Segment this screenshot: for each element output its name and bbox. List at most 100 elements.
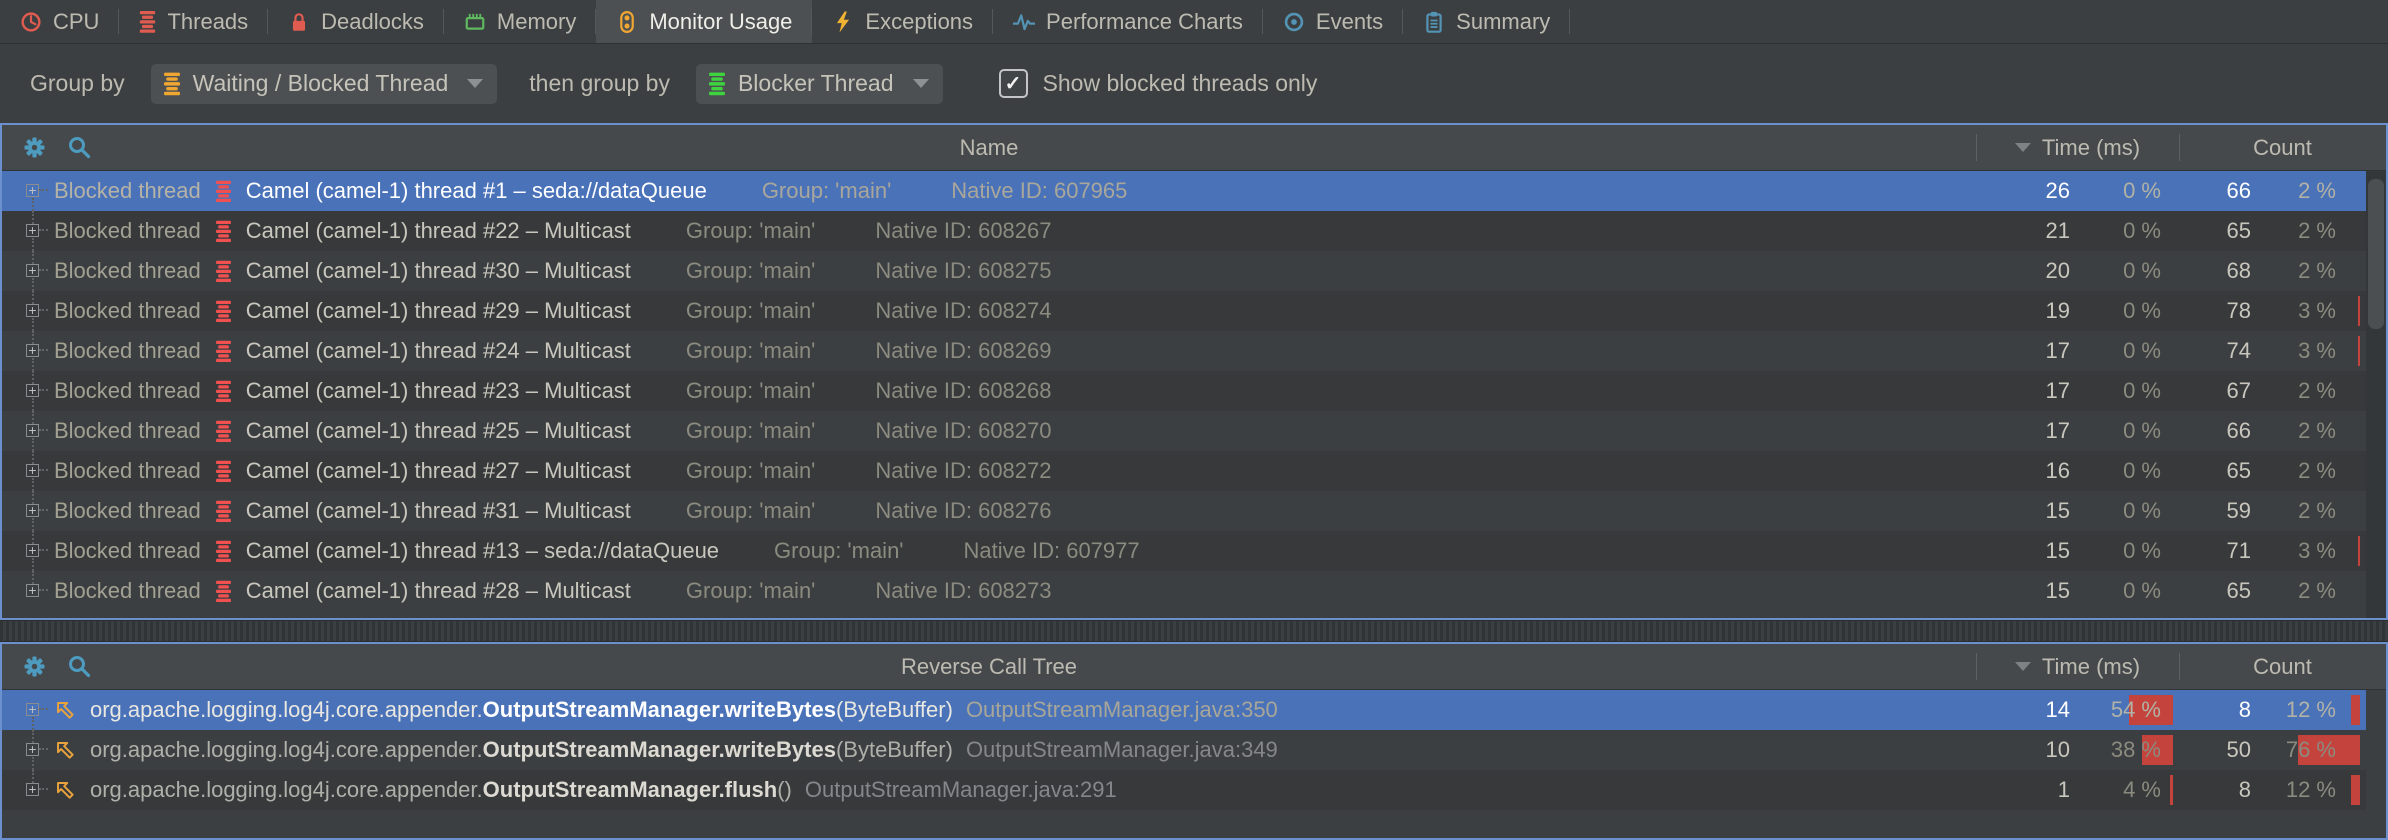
- time-percent: 0 %: [2084, 411, 2179, 451]
- expand-icon[interactable]: +: [14, 211, 54, 251]
- show-blocked-checkbox[interactable]: ✓ Show blocked threads only: [999, 69, 1318, 98]
- tab-summary[interactable]: Summary: [1403, 0, 1570, 43]
- thread-name: Camel (camel-1) thread #13 – seda://data…: [246, 538, 719, 564]
- tab-label: Threads: [167, 9, 248, 35]
- column-header-count[interactable]: Count: [2179, 644, 2386, 689]
- expand-icon[interactable]: +: [14, 291, 54, 331]
- percent-bar: [2351, 695, 2360, 725]
- thread-group: Group: 'main': [686, 338, 815, 364]
- table-row[interactable]: + Blocked thread Camel (camel-1) thread …: [2, 291, 2366, 331]
- time-value: 1: [1976, 770, 2084, 810]
- table-row[interactable]: + org.apache.logging.log4j.core.appender…: [2, 690, 2366, 730]
- scrollbar-thumb[interactable]: [2368, 179, 2384, 329]
- table-row[interactable]: + Blocked thread Camel (camel-1) thread …: [2, 491, 2366, 531]
- monitor-usage-icon: [616, 11, 638, 33]
- tab-exceptions[interactable]: Exceptions: [812, 0, 993, 43]
- time-value: 17: [1976, 331, 2084, 371]
- search-icon[interactable]: [67, 135, 92, 160]
- table-row[interactable]: + Blocked thread Camel (camel-1) thread …: [2, 531, 2366, 571]
- expand-icon[interactable]: +: [14, 251, 54, 291]
- panel-splitter[interactable]: [0, 620, 2388, 642]
- count-percent: 2 %: [2271, 491, 2366, 531]
- percent-bar: [2170, 775, 2173, 805]
- table-row[interactable]: + org.apache.logging.log4j.core.appender…: [2, 770, 2366, 810]
- thread-group: Group: 'main': [686, 298, 815, 324]
- tab-label: Memory: [497, 9, 576, 35]
- expand-icon[interactable]: +: [14, 730, 54, 770]
- table-row[interactable]: + Blocked thread Camel (camel-1) thread …: [2, 251, 2366, 291]
- expand-icon[interactable]: +: [14, 770, 54, 810]
- search-icon[interactable]: [67, 654, 92, 679]
- thread-native-id: Native ID: 608273: [875, 578, 1051, 604]
- summary-icon: [1423, 11, 1445, 33]
- show-blocked-label: Show blocked threads only: [1043, 70, 1318, 97]
- expand-icon[interactable]: +: [14, 171, 54, 211]
- exceptions-icon: [832, 11, 854, 33]
- thread-group: Group: 'main': [686, 458, 815, 484]
- expand-icon[interactable]: +: [14, 571, 54, 611]
- expand-icon[interactable]: +: [14, 451, 54, 491]
- table-row[interactable]: + Blocked thread Camel (camel-1) thread …: [2, 411, 2366, 451]
- tab-deadlocks[interactable]: Deadlocks: [268, 0, 444, 43]
- gear-icon[interactable]: [22, 135, 47, 160]
- group-by-second-dropdown[interactable]: Blocker Thread: [696, 64, 943, 104]
- thread-name: Camel (camel-1) thread #25 – Multicast: [246, 418, 631, 444]
- tab-memory[interactable]: Memory: [444, 0, 596, 43]
- thread-name: Camel (camel-1) thread #29 – Multicast: [246, 298, 631, 324]
- column-header-reverse-call-tree[interactable]: Reverse Call Tree: [2, 654, 1976, 680]
- tab-monitor-usage[interactable]: Monitor Usage: [596, 0, 812, 43]
- thread-icon: [216, 500, 231, 523]
- expand-icon[interactable]: +: [14, 331, 54, 371]
- gear-icon[interactable]: [22, 654, 47, 679]
- expand-icon[interactable]: +: [14, 411, 54, 451]
- time-value: 17: [1976, 371, 2084, 411]
- tab-threads[interactable]: Threads: [119, 0, 268, 43]
- table-row[interactable]: + Blocked thread Camel (camel-1) thread …: [2, 571, 2366, 611]
- thread-name: Camel (camel-1) thread #22 – Multicast: [246, 218, 631, 244]
- thread-native-id: Native ID: 608276: [875, 498, 1051, 524]
- time-value: 14: [1976, 690, 2084, 730]
- column-header-time[interactable]: Time (ms): [1976, 125, 2179, 170]
- count-percent: 12 %: [2271, 690, 2366, 730]
- tab-label: CPU: [53, 9, 99, 35]
- expand-icon[interactable]: +: [14, 690, 54, 730]
- method-package: org.apache.logging.log4j.core.appender.: [90, 777, 483, 802]
- thread-group: Group: 'main': [686, 258, 815, 284]
- group-by-first-dropdown[interactable]: Waiting / Blocked Thread: [151, 64, 498, 104]
- thread-state-label: Blocked thread: [54, 338, 201, 364]
- table-row[interactable]: + Blocked thread Camel (camel-1) thread …: [2, 331, 2366, 371]
- method-name: OutputStreamManager.writeBytes: [483, 737, 836, 762]
- expand-icon[interactable]: +: [14, 491, 54, 531]
- count-value: 78: [2179, 291, 2271, 331]
- expand-icon[interactable]: +: [14, 531, 54, 571]
- reverse-call-arrow-icon: [54, 779, 77, 802]
- tab-label: Monitor Usage: [649, 9, 792, 35]
- source-location: OutputStreamManager.java:291: [805, 777, 1117, 803]
- thread-state-label: Blocked thread: [54, 538, 201, 564]
- threads-icon: [139, 11, 156, 33]
- count-value: 65: [2179, 451, 2271, 491]
- tab-cpu[interactable]: CPU: [0, 0, 119, 43]
- expand-icon[interactable]: +: [14, 371, 54, 411]
- tab-events[interactable]: Events: [1263, 0, 1403, 43]
- table-row[interactable]: + Blocked thread Camel (camel-1) thread …: [2, 451, 2366, 491]
- thread-group: Group: 'main': [774, 538, 903, 564]
- table-row[interactable]: + Blocked thread Camel (camel-1) thread …: [2, 371, 2366, 411]
- thread-group: Group: 'main': [686, 578, 815, 604]
- table-row[interactable]: + Blocked thread Camel (camel-1) thread …: [2, 211, 2366, 251]
- column-header-time[interactable]: Time (ms): [1976, 644, 2179, 689]
- vertical-scrollbar[interactable]: [2366, 171, 2386, 618]
- column-header-count[interactable]: Count: [2179, 125, 2386, 170]
- column-header-name[interactable]: Name: [2, 135, 1976, 161]
- checkbox-check-icon[interactable]: ✓: [999, 69, 1028, 98]
- table-row[interactable]: + org.apache.logging.log4j.core.appender…: [2, 730, 2366, 770]
- percent-bar: [2358, 536, 2360, 566]
- time-percent: 0 %: [2084, 571, 2179, 611]
- count-percent: 2 %: [2271, 571, 2366, 611]
- tab-performance-charts[interactable]: Performance Charts: [993, 0, 1263, 43]
- time-percent: 0 %: [2084, 171, 2179, 211]
- thread-group: Group: 'main': [762, 178, 891, 204]
- thread-icon: [216, 580, 231, 603]
- table-row[interactable]: + Blocked thread Camel (camel-1) thread …: [2, 171, 2366, 211]
- time-value: 15: [1976, 491, 2084, 531]
